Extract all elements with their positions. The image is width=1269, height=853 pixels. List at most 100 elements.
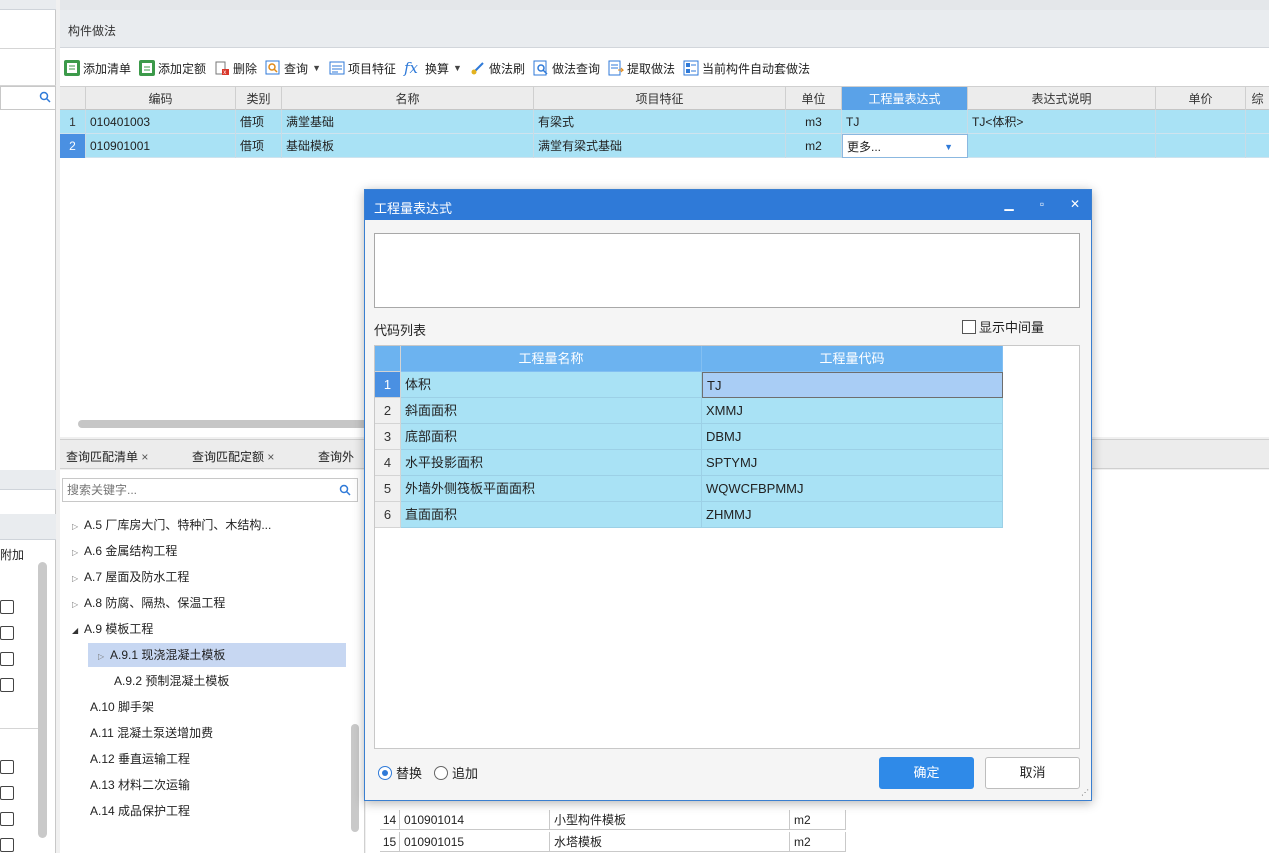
cell-code[interactable]: 010901001 — [86, 134, 236, 158]
row-checkbox[interactable] — [0, 812, 14, 826]
show-intermediate-checkbox[interactable]: 显示中间量 — [962, 317, 1044, 336]
chevron-down-icon[interactable]: ▼ — [312, 63, 321, 73]
table-row[interactable]: 2 010901001 借项 基础模板 满堂有梁式基础 m2 更多... ▼ — [60, 134, 1269, 158]
tab-match-quota[interactable]: 查询匹配定额 × — [192, 448, 274, 465]
row-checkbox[interactable] — [0, 838, 14, 852]
table-row[interactable]: 1 010401003 借项 满堂基础 有梁式 m3 TJ TJ<体积> — [60, 110, 1269, 134]
cell-quantity-name[interactable]: 斜面面积 — [401, 398, 702, 424]
header-quantity-code[interactable]: 工程量代码 — [702, 346, 1003, 372]
tree-search-box[interactable] — [62, 478, 358, 502]
row-checkbox[interactable] — [0, 786, 14, 800]
tree-item[interactable]: A.12 垂直运输工程 — [90, 747, 190, 771]
header-code[interactable]: 编码 — [86, 87, 236, 111]
tree-scrollbar[interactable] — [351, 724, 359, 832]
tab-match-list[interactable]: 查询匹配清单 × — [66, 448, 148, 465]
expand-arrow-icon[interactable]: ▷ — [72, 515, 84, 539]
close-icon[interactable]: × — [267, 450, 274, 464]
left-search-box[interactable] — [0, 86, 56, 110]
cell-quantity-name[interactable]: 水平投影面积 — [401, 450, 702, 476]
header-expression-desc[interactable]: 表达式说明 — [968, 87, 1156, 111]
add-quota-button[interactable]: 添加定额 — [139, 57, 206, 79]
tree-item[interactable]: ▷ A.8 防腐、隔热、保温工程 — [72, 591, 225, 615]
convert-button[interactable]: fx 换算 ▼ — [404, 57, 462, 79]
tree-item[interactable]: ▷ A.6 金属结构工程 — [72, 539, 177, 563]
header-quantity-name[interactable]: 工程量名称 — [401, 346, 702, 372]
maximize-icon[interactable]: ▫ — [1034, 196, 1050, 212]
cell-quantity-code[interactable]: SPTYMJ — [702, 450, 1003, 476]
cell-expression-desc[interactable]: TJ<体积> — [968, 110, 1156, 134]
expand-arrow-icon[interactable]: ▷ — [98, 645, 110, 669]
header-expression[interactable]: 工程量表达式 — [842, 87, 968, 111]
cell-quantity-name[interactable]: 体积 — [401, 372, 702, 398]
cell-composite[interactable] — [1246, 110, 1269, 134]
cell-name[interactable]: 满堂基础 — [282, 110, 534, 134]
add-list-button[interactable]: 添加清单 — [64, 57, 131, 79]
expand-arrow-icon[interactable]: ▷ — [72, 541, 84, 565]
tree-item[interactable]: A.11 混凝土泵送增加费 — [90, 721, 213, 745]
cell-type[interactable]: 借项 — [236, 134, 282, 158]
close-icon[interactable]: ✕ — [1067, 196, 1083, 212]
search-icon[interactable] — [339, 484, 351, 499]
tree-item[interactable]: A.13 材料二次运输 — [90, 773, 190, 797]
cell-unit[interactable]: m3 — [786, 110, 842, 134]
cell-quantity-code[interactable]: WQWCFBPMMJ — [702, 476, 1003, 502]
cell-code[interactable]: 010901014 — [400, 810, 550, 830]
chevron-down-icon[interactable]: ▼ — [453, 63, 462, 73]
expression-dropdown[interactable]: 更多... ▼ — [842, 134, 968, 158]
cell-quantity-name[interactable]: 直面面积 — [401, 502, 702, 528]
cancel-button[interactable]: 取消 — [985, 757, 1080, 789]
cell-feature[interactable]: 满堂有梁式基础 — [534, 134, 786, 158]
cell-expression[interactable]: TJ — [842, 110, 968, 134]
tree-item[interactable]: ▷ A.5 厂库房大门、特种门、木结构... — [72, 513, 271, 537]
cell-quantity-code[interactable]: XMMJ — [702, 398, 1003, 424]
collapse-arrow-icon[interactable]: ◢ — [72, 619, 84, 643]
tree-item[interactable]: ◢ A.9 模板工程 — [72, 617, 153, 641]
cell-unit[interactable]: m2 — [786, 134, 842, 158]
cell-unit-price[interactable] — [1156, 134, 1246, 158]
tree-item[interactable]: A.14 成品保护工程 — [90, 799, 190, 823]
header-composite[interactable]: 综 — [1246, 87, 1269, 111]
tab-query-external[interactable]: 查询外 — [318, 448, 354, 465]
row-checkbox[interactable] — [0, 652, 14, 666]
close-icon[interactable]: × — [141, 450, 148, 464]
cell-quantity-code[interactable]: TJ — [702, 372, 1003, 398]
header-feature[interactable]: 项目特征 — [534, 87, 786, 111]
auto-apply-method-button[interactable]: 当前构件自动套做法 — [683, 57, 810, 79]
row-checkbox[interactable] — [0, 600, 14, 614]
cell-quantity-code[interactable]: DBMJ — [702, 424, 1003, 450]
tree-search-input[interactable] — [63, 479, 333, 501]
search-icon[interactable] — [39, 91, 51, 106]
delete-button[interactable]: x 删除 — [214, 57, 257, 79]
header-name[interactable]: 名称 — [282, 87, 534, 111]
row-checkbox[interactable] — [0, 678, 14, 692]
expand-arrow-icon[interactable]: ▷ — [72, 593, 84, 617]
cell-unit[interactable]: m2 — [790, 810, 846, 830]
append-radio[interactable] — [434, 765, 449, 780]
dialog-titlebar[interactable]: 工程量表达式 ▁ ▫ ✕ — [365, 190, 1091, 220]
tree-item[interactable]: ▷ A.7 屋面及防水工程 — [72, 565, 189, 589]
cell-unit[interactable]: m2 — [790, 832, 846, 852]
cell-quantity-name[interactable]: 底部面积 — [401, 424, 702, 450]
method-query-button[interactable]: 做法查询 — [533, 57, 600, 79]
minimize-icon[interactable]: ▁ — [1001, 196, 1017, 212]
cell-name[interactable]: 基础模板 — [282, 134, 534, 158]
expand-arrow-icon[interactable]: ▷ — [72, 567, 84, 591]
cell-feature[interactable]: 有梁式 — [534, 110, 786, 134]
row-checkbox[interactable] — [0, 626, 14, 640]
cell-type[interactable]: 借项 — [236, 110, 282, 134]
chevron-down-icon[interactable]: ▼ — [944, 135, 953, 157]
expression-textarea[interactable] — [374, 233, 1080, 308]
tree-item-selected[interactable]: ▷ A.9.1 现浇混凝土模板 — [88, 643, 346, 667]
cell-expression-desc[interactable] — [968, 134, 1156, 158]
row-checkbox[interactable] — [0, 760, 14, 774]
method-brush-button[interactable]: 做法刷 — [470, 57, 525, 79]
header-unit-price[interactable]: 单价 — [1156, 87, 1246, 111]
extract-method-button[interactable]: 提取做法 — [608, 57, 675, 79]
cell-name[interactable]: 水塔模板 — [550, 832, 790, 852]
cell-unit-price[interactable] — [1156, 110, 1246, 134]
vertical-scrollbar[interactable] — [38, 562, 47, 838]
header-type[interactable]: 类别 — [236, 87, 282, 111]
header-unit[interactable]: 单位 — [786, 87, 842, 111]
query-button[interactable]: 查询 ▼ — [265, 57, 321, 79]
ok-button[interactable]: 确定 — [879, 757, 974, 789]
